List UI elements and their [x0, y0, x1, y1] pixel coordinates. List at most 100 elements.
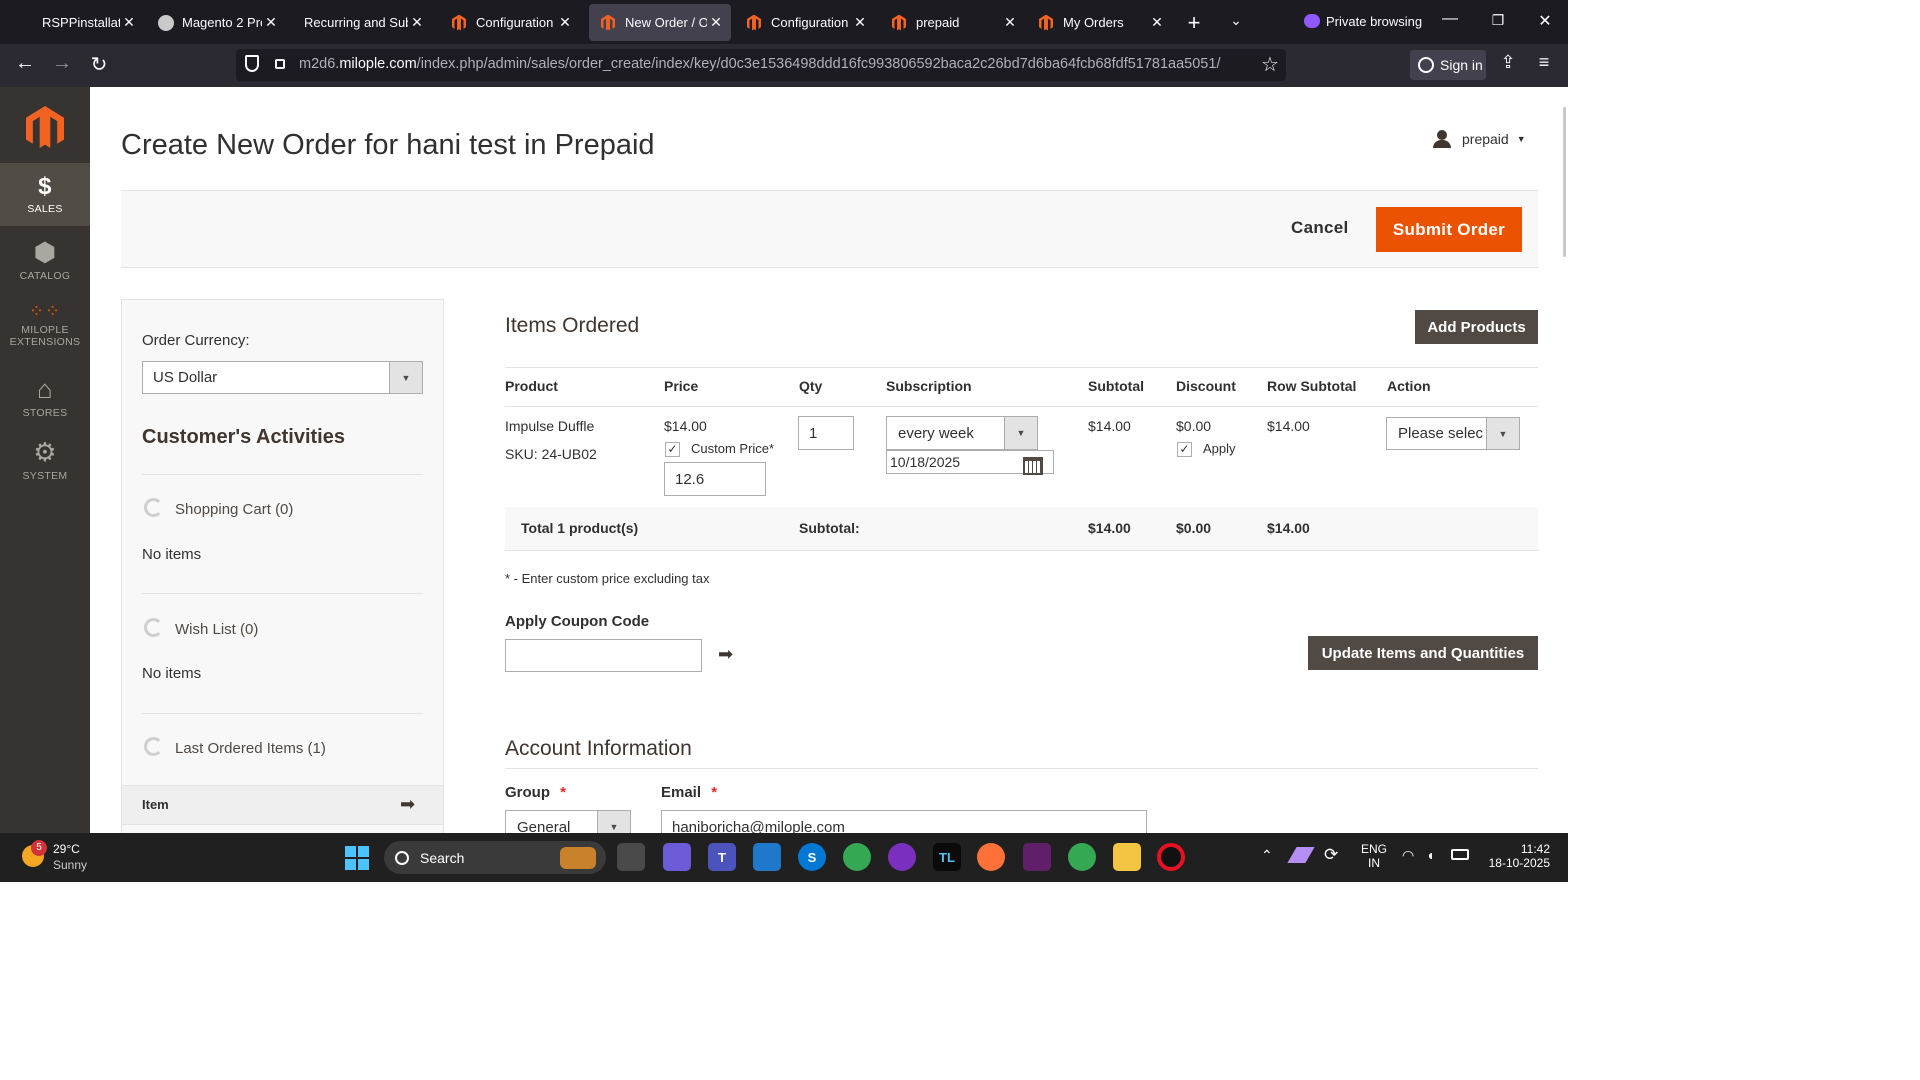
browser-tab[interactable]: prepaid ✕ — [880, 4, 1025, 41]
sidebar-item-catalog[interactable]: ⬢ CATALOG — [0, 237, 90, 287]
shield-icon[interactable] — [245, 55, 259, 72]
custom-price-input[interactable]: 12.6 — [664, 462, 766, 496]
currency-select[interactable]: US Dollar ▼ — [142, 361, 423, 394]
new-tab-icon[interactable]: + — [1182, 10, 1206, 36]
pen-icon[interactable] — [1287, 847, 1315, 863]
sidebar-item-milople-extensions[interactable]: ⁘⁘ MILOPLE EXTENSIONS — [0, 301, 90, 361]
add-products-button[interactable]: Add Products — [1415, 310, 1538, 344]
close-tab-icon[interactable]: ✕ — [120, 14, 138, 31]
coupon-code-input[interactable] — [505, 639, 702, 672]
totals-subtotal-value: $14.00 — [1088, 520, 1131, 536]
weather-temp: 29°C — [53, 842, 80, 856]
window-close-icon[interactable]: ✕ — [1535, 11, 1555, 31]
close-tab-icon[interactable]: ✕ — [707, 14, 725, 31]
wifi-icon[interactable]: ◠ — [1402, 847, 1414, 864]
forward-arrow-icon[interactable]: → — [49, 52, 75, 75]
close-tab-icon[interactable]: ✕ — [556, 14, 574, 31]
group-select[interactable]: General ▼ — [505, 810, 631, 833]
chrome-icon[interactable] — [843, 843, 871, 871]
close-tab-icon[interactable]: ✕ — [262, 14, 280, 31]
magento-logo[interactable] — [26, 106, 64, 148]
record-icon[interactable] — [1157, 843, 1185, 871]
update-items-button[interactable]: Update Items and Quantities — [1308, 636, 1538, 670]
copilot-icon[interactable] — [663, 843, 691, 871]
tab-list-chevron-icon[interactable]: ⌄ — [1224, 12, 1248, 29]
sidebar-item-stores[interactable]: ⌂ STORES — [0, 374, 90, 424]
chrome-profile-icon[interactable] — [1068, 843, 1096, 871]
wish-list-empty-text: No items — [142, 665, 202, 682]
calendar-icon[interactable] — [1023, 457, 1043, 475]
back-arrow-icon[interactable]: ← — [12, 52, 38, 75]
store-icon: ⌂ — [36, 374, 53, 404]
skype-icon[interactable]: S — [798, 843, 826, 871]
custom-price-checkbox[interactable]: ✓ — [665, 442, 680, 457]
file-explorer-icon[interactable] — [1113, 843, 1141, 871]
tray-chevron-up-icon[interactable]: ⌃ — [1261, 847, 1273, 864]
task-view-icon[interactable] — [617, 843, 645, 871]
reload-icon[interactable]: ↻ — [86, 52, 112, 77]
close-tab-icon[interactable]: ✕ — [408, 14, 426, 31]
windows-start-icon[interactable] — [345, 846, 369, 870]
slack-icon[interactable] — [1023, 843, 1051, 871]
tab-title: Recurring and Subsc — [304, 15, 408, 30]
teams-icon[interactable]: T — [708, 843, 736, 871]
browser-tab[interactable]: Configuration / S ✕ — [735, 4, 875, 41]
sidebar-item-label: MILOPLE — [21, 324, 69, 336]
refresh-icon[interactable] — [144, 618, 163, 637]
admin-user-menu[interactable]: prepaid ▼ — [1433, 130, 1526, 148]
battery-icon[interactable] — [1451, 849, 1469, 860]
sidebar-item-sales[interactable]: $ SALES — [0, 163, 90, 226]
clock[interactable]: 11:42 18-10-2025 — [1482, 842, 1550, 870]
tl-app-icon[interactable]: TL — [933, 843, 961, 871]
subscription-select[interactable]: every week ▼ — [886, 416, 1038, 450]
email-field[interactable]: haniboricha@milople.com — [661, 810, 1147, 833]
bookmark-star-icon[interactable]: ☆ — [1261, 52, 1279, 77]
refresh-icon[interactable] — [144, 737, 163, 756]
taskbar-search[interactable]: Search — [384, 841, 606, 874]
tab-title: New Order / Ord — [625, 15, 707, 30]
main-content: Create New Order for hani test in Prepai… — [90, 87, 1568, 833]
apply-discount-checkbox[interactable]: ✓ — [1177, 442, 1192, 457]
volume-icon[interactable]: ◖ — [1426, 847, 1434, 863]
arrow-right-icon[interactable]: ➡ — [718, 644, 733, 665]
sync-icon[interactable]: ⟳ — [1324, 845, 1338, 865]
close-tab-icon[interactable]: ✕ — [1001, 14, 1019, 31]
language-indicator[interactable]: ENG IN — [1361, 842, 1387, 870]
qty-input[interactable]: 1 — [798, 416, 854, 450]
url-bar[interactable]: m2d6.milople.com/index.php/admin/sales/o… — [236, 49, 1286, 81]
browser-tab[interactable]: RSPPinstallation ✕ — [4, 4, 144, 41]
extensions-icon[interactable]: ⇪ — [1496, 52, 1520, 73]
magento-icon — [747, 14, 763, 31]
submit-order-button[interactable]: Submit Order — [1376, 207, 1522, 252]
menu-icon[interactable]: ≡ — [1532, 52, 1556, 73]
browser-tab-active[interactable]: New Order / Ord ✕ — [589, 4, 731, 41]
close-tab-icon[interactable]: ✕ — [1148, 14, 1166, 31]
cancel-button[interactable]: Cancel — [1291, 218, 1349, 238]
action-select[interactable]: Please selec ▼ — [1386, 417, 1520, 450]
row-total-value: $14.00 — [1267, 418, 1310, 434]
app-icon[interactable] — [753, 843, 781, 871]
close-tab-icon[interactable]: ✕ — [851, 14, 869, 31]
browser-nav-bar: ← → ↻ m2d6.milople.com/index.php/admin/s… — [0, 44, 1568, 87]
sidebar-item-system[interactable]: ⚙ SYSTEM — [0, 437, 90, 487]
page-scrollbar[interactable] — [1563, 107, 1566, 257]
weather-badge: 5 — [31, 840, 47, 856]
browser-tab[interactable]: Magento 2 Prep ✕ — [146, 4, 286, 41]
arrow-right-icon[interactable]: ➡ — [400, 794, 415, 815]
sign-in-button[interactable]: Sign in — [1410, 50, 1486, 80]
chevron-down-icon: ▼ — [1516, 134, 1526, 144]
private-browsing-label: Private browsing — [1326, 14, 1423, 29]
firefox-icon[interactable] — [977, 843, 1005, 871]
restore-icon[interactable]: ❐ — [1488, 12, 1508, 29]
row-subtotal-value: $14.00 — [1088, 418, 1131, 434]
lock-icon[interactable] — [275, 59, 285, 69]
total-products-label: Total 1 product(s) — [521, 520, 639, 536]
minimize-icon[interactable]: — — [1440, 10, 1460, 28]
browser-tab[interactable]: My Orders ✕ — [1027, 4, 1172, 41]
weather-text: Sunny — [53, 858, 88, 872]
refresh-icon[interactable] — [144, 498, 163, 517]
browser-tab[interactable]: Configuration / S ✕ — [440, 4, 580, 41]
private-browser-icon[interactable] — [888, 843, 916, 871]
browser-tab[interactable]: Recurring and Subsc ✕ — [292, 4, 432, 41]
page-title: Create New Order for hani test in Prepai… — [121, 129, 655, 161]
